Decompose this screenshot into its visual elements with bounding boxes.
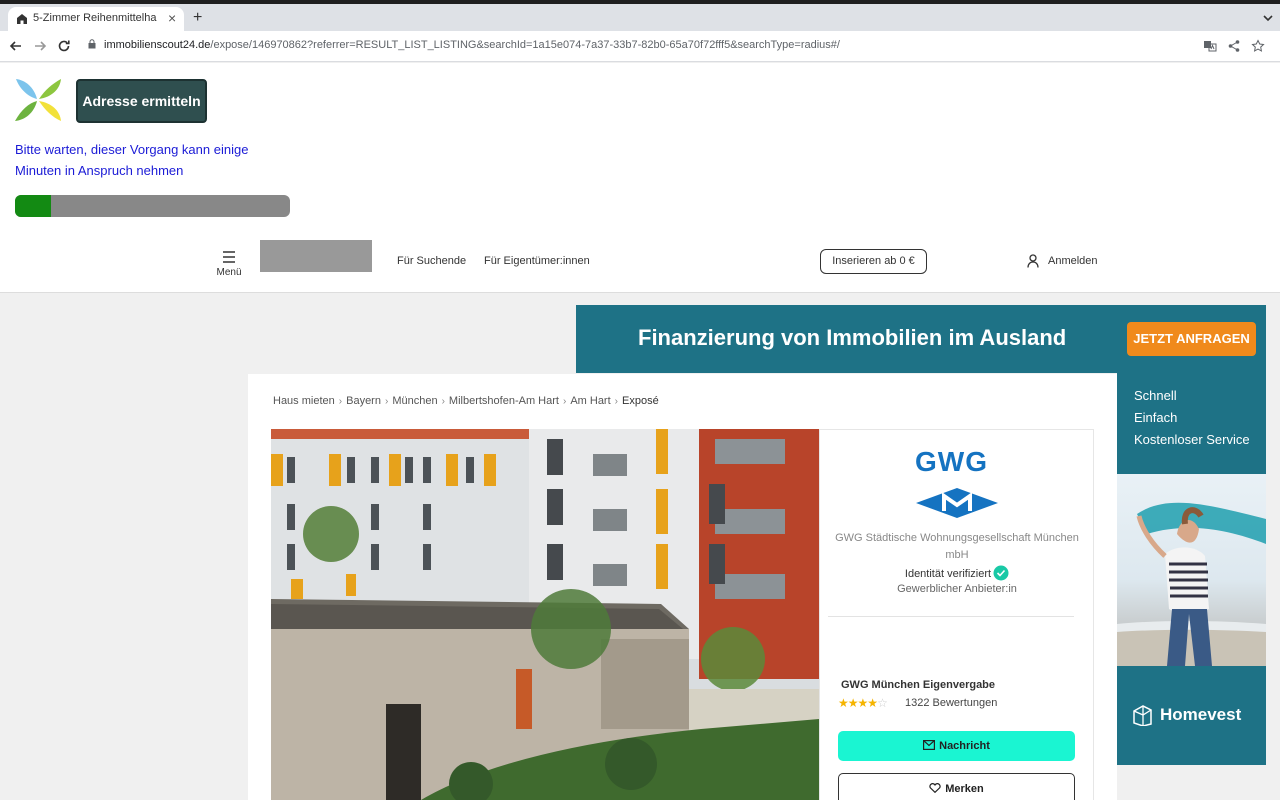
breadcrumb-item[interactable]: Milbertshofen-Am Hart bbox=[449, 395, 559, 407]
verified-badge-icon bbox=[993, 565, 1009, 581]
progress-fill bbox=[15, 195, 51, 217]
house-icon bbox=[17, 14, 27, 24]
breadcrumb-item[interactable]: Bayern bbox=[346, 395, 381, 407]
star-icon[interactable] bbox=[1251, 39, 1265, 53]
ad-banner[interactable]: Finanzierung von Immobilien im Ausland J… bbox=[576, 305, 1266, 373]
tab-bar: 5-Zimmer Reihenmittelha × + bbox=[0, 4, 1280, 31]
new-tab-button[interactable]: + bbox=[193, 10, 202, 26]
heart-icon bbox=[929, 783, 941, 793]
reload-icon[interactable] bbox=[56, 38, 72, 54]
verified-label: Identität verifiziert bbox=[904, 568, 992, 580]
breadcrumb-separator: › bbox=[614, 396, 618, 407]
ad-cta-button[interactable]: JETZT ANFRAGEN bbox=[1127, 322, 1256, 356]
breadcrumb-item[interactable]: München bbox=[392, 395, 437, 407]
verified-status: Identität verifiziert bbox=[828, 565, 1086, 581]
extension-panel: Adresse ermitteln Bitte warten, dieser V… bbox=[0, 63, 1280, 229]
ad-brand-name: Homevest bbox=[1160, 705, 1242, 724]
ad-headline: Finanzierung von Immobilien im Ausland bbox=[638, 325, 1067, 350]
save-listing-button[interactable]: Merken bbox=[838, 773, 1075, 800]
back-arrow-icon[interactable] bbox=[8, 38, 24, 54]
divider bbox=[828, 616, 1074, 617]
star-filled-icon: ★ bbox=[838, 696, 849, 710]
nav-link-seekers[interactable]: Für Suchende bbox=[397, 255, 466, 267]
star-filled-icon: ★ bbox=[847, 696, 859, 710]
send-message-button[interactable]: Nachricht bbox=[838, 731, 1075, 761]
gwg-logo-icon bbox=[916, 488, 998, 518]
provider-type: Gewerblicher Anbieter:in bbox=[897, 583, 1017, 595]
star-empty-icon: ☆ bbox=[877, 696, 888, 710]
nav-link-owners[interactable]: Für Eigentümer:innen bbox=[484, 255, 590, 267]
breadcrumb-current: Exposé bbox=[622, 395, 659, 407]
url-path: /expose/146970862?referrer=RESULT_LIST_L… bbox=[210, 39, 840, 51]
locate-address-button[interactable]: Adresse ermitteln bbox=[76, 79, 207, 123]
web-page: Adresse ermitteln Bitte warten, dieser V… bbox=[0, 63, 1280, 800]
url-field[interactable]: immobilienscout24.de/expose/146970862?re… bbox=[88, 39, 1188, 51]
insert-listing-button[interactable]: Inserieren ab 0 € bbox=[820, 249, 927, 274]
translate-icon[interactable] bbox=[1203, 39, 1217, 53]
ad-feature-easy: Einfach bbox=[1134, 410, 1178, 425]
breadcrumb: Haus mieten › Bayern › München › Milbertshofen… bbox=[273, 395, 659, 407]
breadcrumb-separator: › bbox=[384, 396, 389, 407]
address-bar: immobilienscout24.de/expose/146970862?re… bbox=[0, 31, 1280, 62]
property-photo[interactable] bbox=[271, 429, 819, 800]
ad-features[interactable]: Schnell Einfach Kostenloser Service bbox=[1117, 373, 1266, 474]
homevest-logo-icon bbox=[1133, 705, 1152, 726]
review-count[interactable]: 1322 Bewertungen bbox=[905, 697, 997, 709]
close-icon[interactable]: × bbox=[168, 10, 176, 26]
tab-title: 5-Zimmer Reihenmittelha bbox=[33, 12, 157, 24]
breadcrumb-item[interactable]: Am Hart bbox=[570, 395, 610, 407]
menu-label[interactable]: Menü bbox=[210, 267, 248, 278]
forward-arrow-icon[interactable] bbox=[32, 38, 48, 54]
browser-tab[interactable]: 5-Zimmer Reihenmittelha × bbox=[8, 7, 184, 31]
agency-name[interactable]: GWG München Eigenvergabe bbox=[841, 679, 995, 691]
chevron-down-icon[interactable] bbox=[1262, 12, 1274, 24]
lock-icon bbox=[88, 39, 96, 49]
breadcrumb-separator: › bbox=[562, 396, 567, 407]
wait-message: Bitte warten, dieser Vorgang kann einige… bbox=[15, 142, 249, 178]
star-filled-icon: ★ bbox=[867, 696, 878, 710]
save-listing-label: Merken bbox=[945, 783, 984, 795]
url-host: immobilienscout24.de bbox=[104, 39, 211, 51]
star-filled-icon: ★ bbox=[857, 696, 869, 710]
leaf-logo-icon bbox=[15, 79, 61, 121]
share-icon[interactable] bbox=[1227, 39, 1241, 53]
breadcrumb-separator: › bbox=[441, 396, 445, 407]
site-logo-placeholder[interactable] bbox=[260, 240, 372, 272]
company-logo-text: GWG bbox=[915, 446, 988, 477]
send-message-label: Nachricht bbox=[939, 740, 990, 752]
breadcrumb-item[interactable]: Haus mieten bbox=[273, 395, 335, 407]
ad-woman-beach-image[interactable] bbox=[1117, 474, 1266, 666]
envelope-icon bbox=[923, 740, 936, 750]
site-header: Menü Für Suchende Für Eigentümer:innen I… bbox=[0, 229, 1280, 293]
contact-panel: GWG GWG Städtische Wohnungsgesellschaft … bbox=[819, 429, 1094, 800]
ad-feature-fast: Schnell bbox=[1134, 388, 1177, 403]
expose-content: Haus mieten › Bayern › München › Milbertshofen… bbox=[248, 374, 1117, 800]
company-name: GWG Städtische Wohnungsgesellschaft Münc… bbox=[835, 532, 1079, 561]
user-icon[interactable] bbox=[1027, 254, 1039, 268]
ad-feature-free: Kostenloser Service bbox=[1134, 432, 1250, 447]
ad-brand-footer[interactable]: Homevest bbox=[1117, 666, 1266, 765]
progress-bar bbox=[15, 195, 290, 217]
breadcrumb-separator: › bbox=[338, 396, 343, 407]
login-link[interactable]: Anmelden bbox=[1048, 255, 1098, 267]
hamburger-menu-icon[interactable] bbox=[218, 250, 240, 264]
rating-stars: ★★★★☆ bbox=[838, 696, 888, 710]
